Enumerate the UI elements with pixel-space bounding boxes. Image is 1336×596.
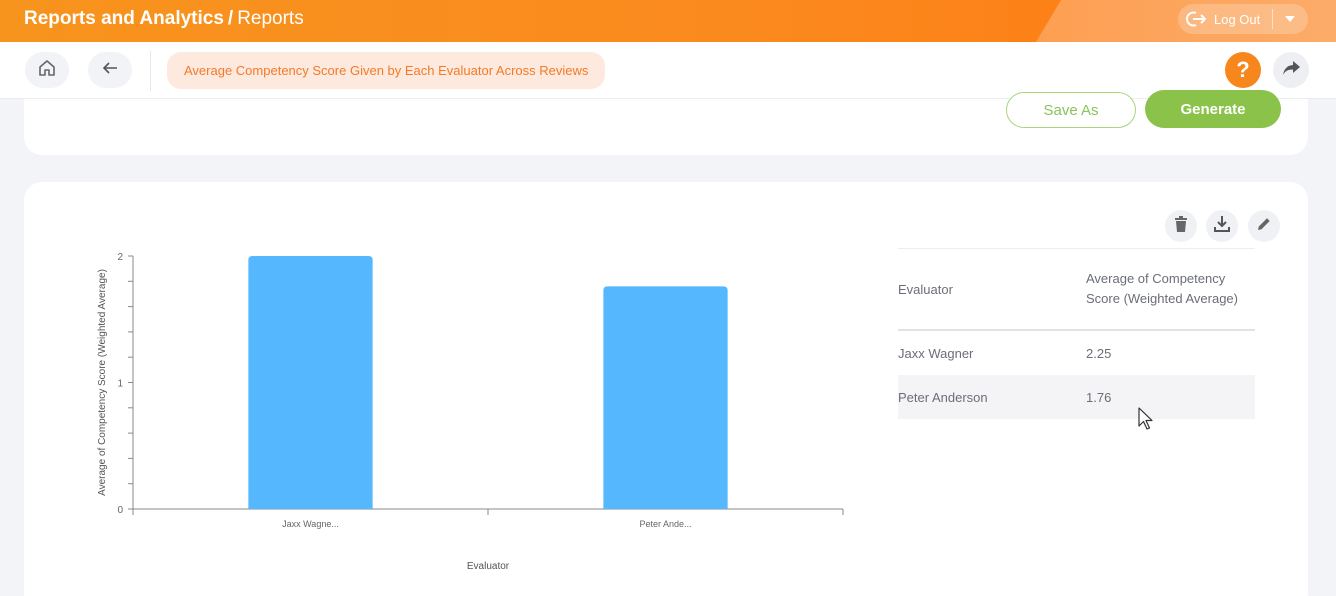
y-tick-label: 2 xyxy=(117,252,123,263)
x-axis-label: Evaluator xyxy=(467,561,510,572)
chart-bar xyxy=(248,256,373,509)
toolbar: Average Competency Score Given by Each E… xyxy=(0,42,1336,99)
x-tick-label: Peter Ande... xyxy=(639,519,691,529)
cell-evaluator: Jaxx Wagner xyxy=(898,345,974,361)
logout-button[interactable]: Log Out xyxy=(1178,4,1308,34)
title-separator: / xyxy=(227,8,234,29)
cell-score: 1.76 xyxy=(1086,389,1112,405)
help-button[interactable]: ? xyxy=(1225,52,1261,88)
share-icon xyxy=(1281,59,1301,82)
bar-chart: 0 1 2 Jaxx Wagne... Peter Ande... Evaluator Av… xyxy=(97,252,844,572)
logout-icon xyxy=(1184,4,1208,34)
download-icon xyxy=(1213,215,1231,238)
app-header: Reports and Analytics / Reports Log Out xyxy=(0,0,1336,42)
share-button[interactable] xyxy=(1273,52,1309,88)
save-as-button[interactable]: Save As xyxy=(1006,92,1136,128)
edit-icon xyxy=(1256,216,1272,237)
table-row[interactable]: Peter Anderson 1.76 xyxy=(898,375,1255,419)
edit-button[interactable] xyxy=(1248,210,1280,242)
back-button[interactable] xyxy=(88,52,132,88)
home-button[interactable] xyxy=(25,52,69,88)
y-tick-label: 0 xyxy=(117,505,123,516)
y-tick-label: 1 xyxy=(117,379,123,390)
column-header-score[interactable]: Average of Competency Score (Weighted Av… xyxy=(1086,269,1255,309)
back-arrow-icon xyxy=(101,60,119,81)
home-icon xyxy=(37,58,57,83)
cell-score: 2.25 xyxy=(1086,345,1112,361)
trash-icon xyxy=(1174,215,1188,237)
column-header-evaluator[interactable]: Evaluator xyxy=(898,282,1086,297)
chart-bar xyxy=(603,286,728,509)
page-title: Reports and Analytics / Reports xyxy=(24,8,304,30)
download-button[interactable] xyxy=(1206,210,1238,242)
y-axis-label: Average of Competency Score (Weighted Av… xyxy=(97,269,108,496)
logout-label: Log Out xyxy=(1214,11,1261,27)
cell-evaluator: Peter Anderson xyxy=(898,389,988,405)
mouse-pointer-icon xyxy=(1138,407,1154,436)
chevron-down-icon[interactable] xyxy=(1285,16,1296,22)
help-icon: ? xyxy=(1236,57,1250,82)
generate-button[interactable]: Generate xyxy=(1145,90,1281,128)
breadcrumb[interactable]: Average Competency Score Given by Each E… xyxy=(167,52,606,89)
app-title: Reports and Analytics xyxy=(24,8,224,29)
page-subtitle[interactable]: Reports xyxy=(237,8,304,29)
toolbar-divider xyxy=(150,51,151,91)
logout-divider xyxy=(1272,9,1274,29)
delete-button[interactable] xyxy=(1165,210,1197,242)
x-tick-label: Jaxx Wagne... xyxy=(282,519,339,529)
table-row[interactable]: Jaxx Wagner 2.25 xyxy=(898,331,1255,375)
results-table: Evaluator Average of Competency Score (W… xyxy=(898,248,1255,419)
table-header: Evaluator Average of Competency Score (W… xyxy=(898,248,1255,331)
